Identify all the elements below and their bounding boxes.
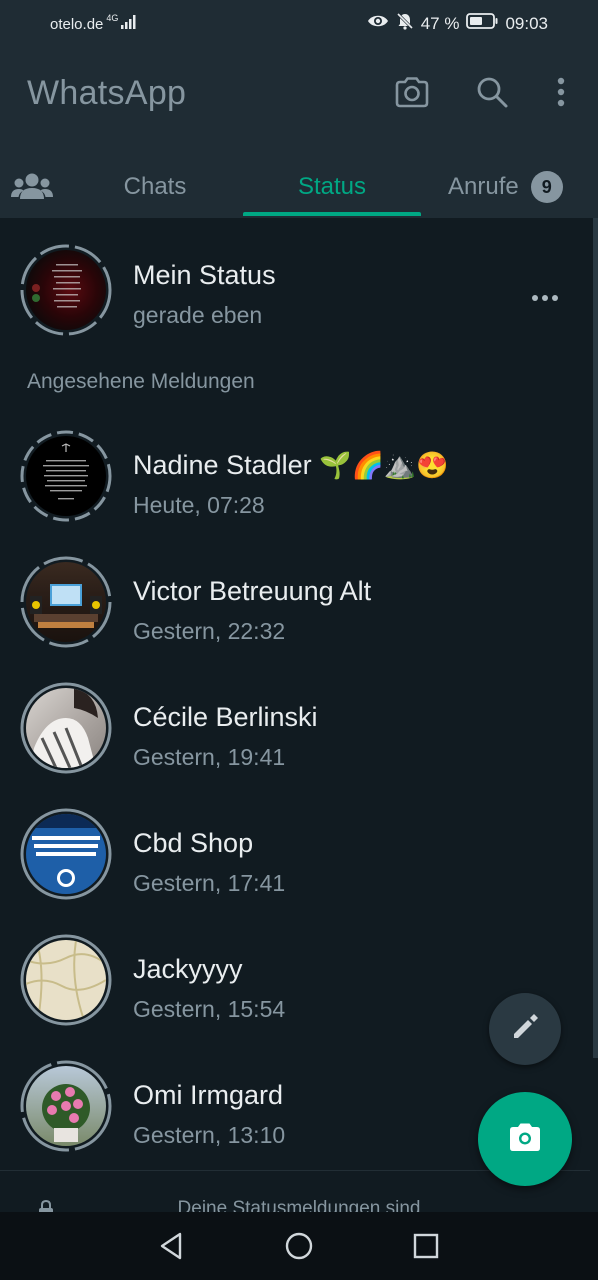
status-avatar <box>20 430 112 522</box>
my-status-more-icon[interactable] <box>528 286 562 310</box>
my-status-name: Mein Status <box>133 260 276 290</box>
status-contact-name: Cécile Berlinski <box>133 702 318 732</box>
status-time: Gestern, 13:10 <box>133 1122 286 1148</box>
status-row[interactable]: Victor Betreuung Alt Gestern, 22:32 <box>0 538 590 664</box>
pencil-icon <box>510 1012 540 1047</box>
status-row[interactable]: Cbd Shop Gestern, 17:41 <box>0 790 590 916</box>
status-contact-name: Cbd Shop <box>133 828 254 858</box>
my-status-row[interactable]: Mein Status gerade eben <box>0 226 590 352</box>
eye-icon <box>367 13 389 34</box>
tab-status-label: Status <box>297 173 367 200</box>
status-contact-name: Nadine Stadler 🌱🌈⛰️😍 <box>133 450 449 481</box>
search-icon[interactable] <box>472 72 512 112</box>
battery-percent: 47 % <box>420 13 460 33</box>
signal-icon <box>121 14 137 34</box>
avatar-image <box>26 562 106 642</box>
status-contact-name: Victor Betreuung Alt <box>133 576 372 606</box>
viewed-updates-label: Angesehene Meldungen <box>27 370 255 393</box>
tab-chats-label: Chats <box>123 173 187 200</box>
tab-calls-label: Anrufe <box>448 173 519 200</box>
avatar-image <box>26 940 106 1020</box>
more-vert-icon[interactable] <box>541 72 581 112</box>
carrier-name: otelo.de <box>50 15 104 33</box>
community-icon[interactable] <box>10 164 54 208</box>
camera-icon[interactable] <box>392 72 432 112</box>
status-avatar <box>20 682 112 774</box>
status-time: Heute, 07:28 <box>133 492 265 518</box>
system-navigation-bar <box>0 1212 598 1280</box>
mute-bell-icon <box>396 12 414 35</box>
status-avatar <box>20 934 112 1026</box>
battery-icon <box>466 13 498 34</box>
tab-calls[interactable]: Anrufe 9 <box>430 156 598 218</box>
contact-name-emojis: 🌱🌈⛰️😍 <box>319 450 449 480</box>
contact-name-text: Nadine Stadler <box>133 450 312 480</box>
my-status-time: gerade eben <box>133 302 263 328</box>
avatar-image <box>26 436 106 516</box>
status-contact-name: Omi Irmgard <box>133 1080 284 1110</box>
camera-status-button[interactable] <box>478 1092 572 1186</box>
status-time: Gestern, 22:32 <box>133 618 286 644</box>
tab-status[interactable]: Status <box>243 156 421 218</box>
recents-icon[interactable] <box>408 1228 444 1264</box>
status-row[interactable]: Nadine Stadler 🌱🌈⛰️😍 Heute, 07:28 <box>0 412 590 538</box>
privacy-note[interactable]: Deine Statusmeldungen sind <box>0 1198 598 1212</box>
status-avatar <box>20 808 112 900</box>
network-type: 4G <box>106 13 119 23</box>
system-status-bar: otelo.de 4G 47 % 09:03 <box>0 0 598 46</box>
back-icon[interactable] <box>153 1228 189 1264</box>
app-header: WhatsApp Chats Status Anrufe 9 <box>0 46 598 218</box>
calls-badge: 9 <box>530 171 563 203</box>
tab-bar: Chats Status Anrufe 9 <box>0 156 598 218</box>
status-avatar <box>20 556 112 648</box>
text-status-button[interactable] <box>489 993 561 1065</box>
status-list: Mein Status gerade eben Angesehene Meldu… <box>0 218 598 1212</box>
tab-chats[interactable]: Chats <box>80 156 230 218</box>
scrollbar[interactable] <box>593 218 598 1058</box>
avatar-image <box>26 250 106 330</box>
status-contact-name: Jackyyyy <box>133 954 243 984</box>
status-time: Gestern, 15:54 <box>133 996 286 1022</box>
active-tab-indicator <box>243 212 421 216</box>
app-title: WhatsApp <box>27 74 187 112</box>
avatar-image <box>26 688 106 768</box>
avatar-image <box>26 1066 106 1146</box>
status-avatar <box>20 1060 112 1152</box>
status-time: Gestern, 17:41 <box>133 870 286 896</box>
status-row[interactable]: Cécile Berlinski Gestern, 19:41 <box>0 664 590 790</box>
clock: 09:03 <box>505 13 548 33</box>
status-time: Gestern, 19:41 <box>133 744 286 770</box>
camera-icon <box>507 1121 543 1158</box>
home-icon[interactable] <box>281 1228 317 1264</box>
my-status-avatar <box>20 244 112 336</box>
avatar-image <box>26 814 106 894</box>
